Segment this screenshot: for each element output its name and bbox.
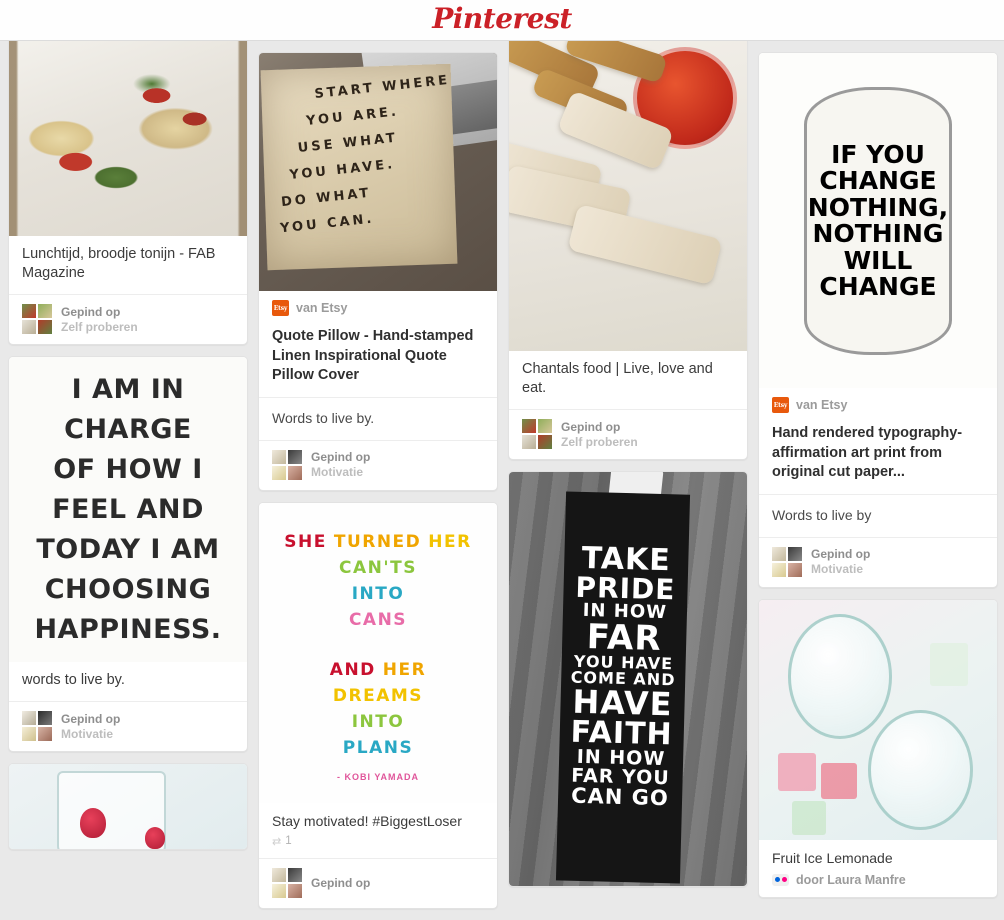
- pin-image-tuna-sandwich[interactable]: [9, 41, 247, 236]
- artwork-line: HAPPINESS.: [34, 613, 222, 645]
- pin-grid: Lunchtijd, broodje tonijn - FAB Magazine…: [0, 41, 1004, 909]
- pin-column-3: Chantals food | Live, love and eat. Gepi…: [508, 41, 748, 898]
- pin-attribution[interactable]: Gepind op: [259, 857, 497, 908]
- pin-card-chantals-food[interactable]: Chantals food | Live, love and eat. Gepi…: [508, 41, 748, 460]
- pin-description: Words to live by.: [259, 396, 497, 440]
- pin-column-1: Lunchtijd, broodje tonijn - FAB Magazine…: [8, 41, 248, 861]
- pin-card-take-pride[interactable]: TAKE PRIDE IN HOW FAR YOU HAVE COME AND …: [508, 471, 748, 887]
- board-name[interactable]: Zelf proberen: [61, 320, 138, 334]
- pin-image-quote-pillow[interactable]: START WHERE YOU ARE. USE WHAT YOU HAVE. …: [259, 53, 497, 291]
- pin-repin-stat: ⇄ 1: [259, 834, 497, 858]
- pin-image-fish-sticks[interactable]: [509, 41, 747, 351]
- repin-count: 1: [285, 835, 292, 847]
- artwork-text: START WHERE YOU ARE. USE WHAT YOU HAVE. …: [266, 68, 467, 243]
- pinned-on-label: Gepind op: [311, 875, 371, 890]
- pin-card-fruit-ice-lemonade[interactable]: Fruit Ice Lemonade door Laura Manfre: [758, 598, 998, 898]
- artwork-word: HER: [428, 531, 472, 552]
- pin-card-quote-pillow[interactable]: START WHERE YOU ARE. USE WHAT YOU HAVE. …: [258, 52, 498, 491]
- artwork-line: CHANGE: [819, 272, 937, 301]
- etsy-icon: Etsy: [272, 300, 289, 316]
- pin-column-4: IF YOU CHANGE NOTHING, NOTHING WILL CHAN…: [758, 41, 998, 909]
- author-name[interactable]: door Laura Manfre: [796, 873, 906, 887]
- source-name[interactable]: van Etsy: [296, 301, 347, 315]
- flickr-icon: [772, 873, 789, 886]
- pin-title[interactable]: Fruit Ice Lemonade: [759, 840, 997, 871]
- board-thumbnail-grid: [22, 711, 52, 741]
- pin-source-row[interactable]: Etsy van Etsy: [259, 291, 497, 318]
- artwork-line: CHARGE: [64, 413, 192, 445]
- pin-column-2: START WHERE YOU ARE. USE WHAT YOU HAVE. …: [258, 41, 498, 920]
- pin-description: Words to live by: [759, 493, 997, 537]
- pin-title[interactable]: Quote Pillow - Hand-stamped Linen Inspir…: [259, 318, 497, 397]
- etsy-icon: Etsy: [772, 397, 789, 413]
- artwork-word: CAN'TS: [339, 557, 417, 578]
- board-name[interactable]: Motivatie: [811, 562, 870, 576]
- artwork-word: DREAMS: [332, 685, 424, 706]
- board-thumbnail-grid: [522, 419, 552, 449]
- artwork-word: INTO: [351, 583, 405, 604]
- artwork-word: CANS: [348, 609, 408, 630]
- board-name[interactable]: Motivatie: [61, 727, 120, 741]
- pin-image-she-turned-her-cants[interactable]: SHE TURNED HER CAN'TS INTO CANS AND HER …: [259, 502, 497, 803]
- pinterest-logo[interactable]: Pinterest: [432, 5, 572, 33]
- pin-title[interactable]: Chantals food | Live, love and eat.: [509, 351, 747, 409]
- artwork-line: FAR: [586, 617, 663, 660]
- artwork-line: CHOOSING: [44, 573, 212, 605]
- artwork-line: CHANGE: [819, 166, 937, 195]
- pin-attribution[interactable]: Gepind op Motivatie: [259, 439, 497, 490]
- pin-source-row[interactable]: door Laura Manfre: [759, 871, 997, 897]
- board-thumbnail-grid: [22, 304, 52, 334]
- pin-attribution[interactable]: Gepind op Zelf proberen: [509, 409, 747, 459]
- board-name[interactable]: Motivatie: [311, 465, 370, 479]
- source-name[interactable]: van Etsy: [796, 398, 847, 412]
- pinned-on-label: Gepind op: [311, 450, 371, 464]
- board-thumbnail-grid: [272, 449, 302, 480]
- pin-title[interactable]: Hand rendered typography-affirmation art…: [759, 415, 997, 494]
- artwork-line: I AM IN: [71, 373, 185, 405]
- pin-image-if-you-change-nothing[interactable]: IF YOU CHANGE NOTHING, NOTHING WILL CHAN…: [759, 53, 997, 388]
- pin-title[interactable]: Stay motivated! #BiggestLoser: [259, 803, 497, 834]
- artwork-word: INTO: [351, 711, 405, 732]
- board-name[interactable]: Zelf proberen: [561, 435, 638, 449]
- pin-card-berry-ice-drink[interactable]: [8, 763, 248, 850]
- artwork-line: NOTHING,: [807, 192, 949, 222]
- pin-image-take-pride[interactable]: TAKE PRIDE IN HOW FAR YOU HAVE COME AND …: [509, 472, 747, 886]
- pin-card-i-am-in-charge[interactable]: I AM IN CHARGE OF HOW I FEEL AND TODAY I…: [8, 356, 248, 752]
- pinned-on-label: Gepind op: [61, 304, 121, 319]
- pin-image-berry-drink[interactable]: [9, 764, 247, 849]
- artwork-word: AND: [329, 659, 376, 680]
- pinned-on-label: Gepind op: [561, 419, 621, 434]
- artwork-line: WILL: [843, 245, 913, 275]
- artwork-line: NOTHING: [812, 219, 944, 248]
- artwork-word: SHE: [284, 531, 327, 552]
- artwork-word: HER: [382, 659, 427, 680]
- pin-source-row[interactable]: Etsy van Etsy: [759, 388, 997, 415]
- pin-description[interactable]: words to live by.: [9, 662, 247, 701]
- artwork-author: - KOBI YAMADA: [336, 771, 419, 782]
- board-thumbnail-grid: [772, 546, 802, 577]
- pin-title[interactable]: Lunchtijd, broodje tonijn - FAB Magazine: [9, 236, 247, 294]
- pin-card-she-turned-her-cants[interactable]: SHE TURNED HER CAN'TS INTO CANS AND HER …: [258, 501, 498, 909]
- pin-attribution[interactable]: Gepind op Motivatie: [9, 701, 247, 751]
- artwork-word: PLANS: [342, 737, 414, 758]
- pin-attribution[interactable]: Gepind op Zelf proberen: [9, 294, 247, 344]
- artwork-line: TODAY I AM: [36, 533, 220, 565]
- pin-card-lunchtijd-broodje-tonijn[interactable]: Lunchtijd, broodje tonijn - FAB Magazine…: [8, 41, 248, 345]
- pin-image-i-am-in-charge[interactable]: I AM IN CHARGE OF HOW I FEEL AND TODAY I…: [9, 357, 247, 662]
- pin-image-fruit-ice-lemonade[interactable]: [759, 599, 997, 840]
- pinned-on-label: Gepind op: [811, 547, 871, 561]
- artwork-line: OF HOW I: [53, 453, 203, 485]
- site-header: Pinterest: [0, 0, 1004, 41]
- repin-icon: ⇄: [272, 835, 281, 848]
- artwork-word: TURNED: [333, 531, 422, 552]
- artwork-line: IF YOU: [831, 139, 925, 169]
- artwork-line: FEEL AND: [52, 493, 204, 525]
- board-thumbnail-grid: [272, 867, 302, 898]
- pinned-on-label: Gepind op: [61, 711, 121, 726]
- pin-card-hand-rendered-typography[interactable]: IF YOU CHANGE NOTHING, NOTHING WILL CHAN…: [758, 52, 998, 588]
- artwork-line: CAN GO: [571, 783, 670, 811]
- pin-attribution[interactable]: Gepind op Motivatie: [759, 536, 997, 587]
